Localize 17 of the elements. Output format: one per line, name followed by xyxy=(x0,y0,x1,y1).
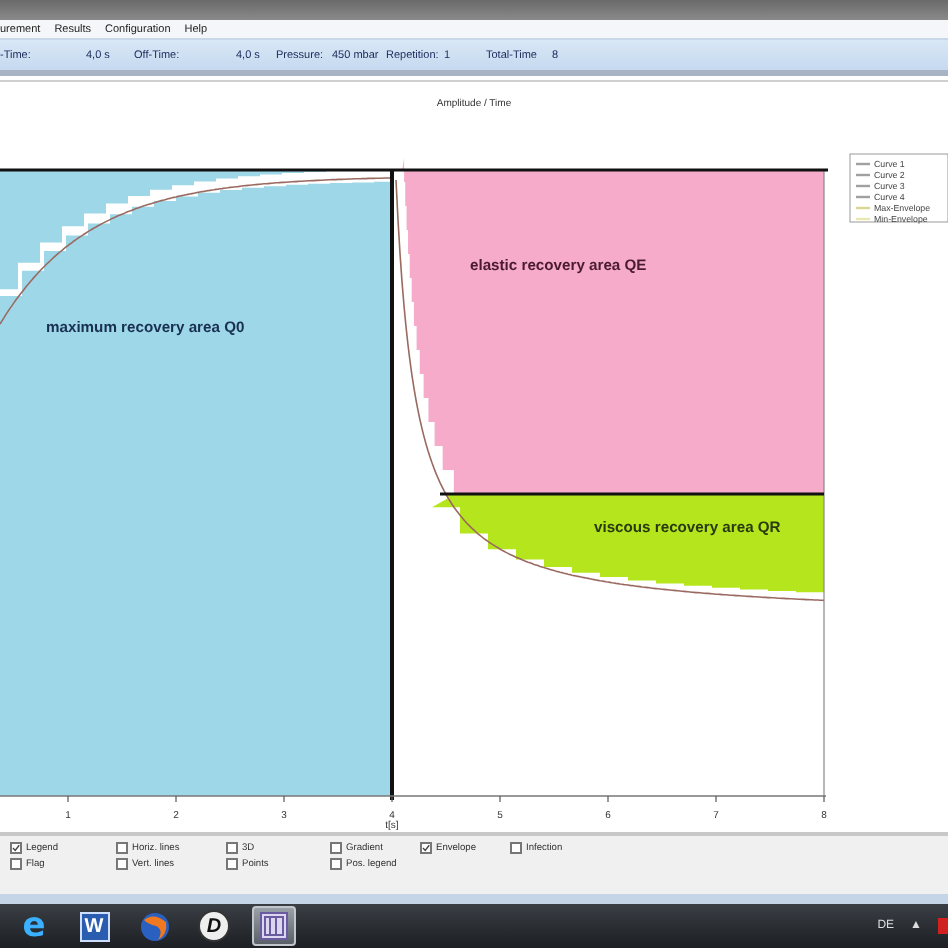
taskbar-button[interactable] xyxy=(252,906,296,946)
taskbar-button[interactable]: W xyxy=(72,906,116,946)
checkbox[interactable] xyxy=(420,842,432,854)
globe-icon xyxy=(139,911,169,941)
checkbox[interactable] xyxy=(226,842,238,854)
browser-icon: e xyxy=(22,909,46,943)
checkbox[interactable] xyxy=(330,842,342,854)
checkbox[interactable] xyxy=(510,842,522,854)
checkbox[interactable] xyxy=(116,858,128,870)
document-icon: W xyxy=(79,911,109,941)
checkbox[interactable] xyxy=(330,858,342,870)
window-icon xyxy=(260,912,288,940)
checkbox[interactable] xyxy=(116,842,128,854)
checkbox[interactable] xyxy=(10,842,22,854)
checkbox[interactable] xyxy=(226,858,238,870)
checkbox[interactable] xyxy=(10,858,22,870)
taskbar-button[interactable]: e xyxy=(12,906,56,946)
